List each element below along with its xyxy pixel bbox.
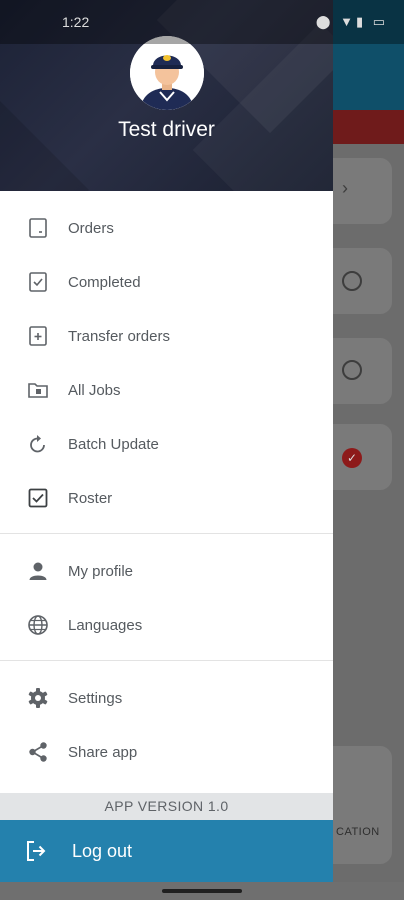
chevron-right-icon: › (342, 178, 348, 198)
driver-avatar-icon (130, 36, 204, 110)
menu-item-label: Batch Update (68, 435, 159, 453)
menu-item-batch-update[interactable]: Batch Update (0, 417, 333, 471)
radio-icon (342, 271, 362, 291)
person-icon (26, 559, 50, 583)
radio-icon (342, 360, 362, 380)
logout-icon (24, 839, 48, 863)
status-bar: 1:22 ⬤ ▼▮ ▭ (0, 0, 404, 44)
app-version: APP VERSION 1.0 (0, 793, 333, 820)
menu-item-label: Orders (68, 219, 114, 237)
all-jobs-icon (26, 378, 50, 402)
menu-item-label: Roster (68, 489, 113, 507)
menu-item-label: Settings (68, 689, 123, 707)
menu-item-my-profile[interactable]: My profile (0, 544, 333, 598)
menu-item-orders[interactable]: Orders (0, 201, 333, 255)
menu-item-settings[interactable]: Settings (0, 671, 333, 725)
menu-item-completed[interactable]: Completed (0, 255, 333, 309)
check-circle-icon: ✓ (342, 448, 362, 468)
status-icons: ⬤ ▼▮ ▭ (315, 14, 388, 29)
menu-item-label: Transfer orders (68, 327, 170, 345)
share-icon (26, 740, 50, 764)
driver-name: Test driver (118, 118, 215, 141)
menu-item-label: Completed (68, 273, 141, 291)
background-footer-text: CATION (336, 826, 380, 838)
gear-icon (26, 686, 50, 710)
gesture-nav-handle[interactable] (162, 889, 242, 893)
divider (0, 533, 333, 534)
menu-item-label: Share app (68, 743, 138, 761)
menu-item-languages[interactable]: Languages (0, 598, 333, 652)
logout-button[interactable]: Log out (0, 820, 333, 882)
menu-item-label: Languages (68, 616, 143, 634)
menu-item-roster[interactable]: Roster (0, 471, 333, 525)
menu-item-label: All Jobs (68, 381, 121, 399)
navigation-drawer: Test driver Orders Completed Transfer or… (0, 0, 333, 882)
transfer-orders-icon (26, 324, 50, 348)
menu-item-transfer-orders[interactable]: Transfer orders (0, 309, 333, 363)
divider (0, 660, 333, 661)
menu-item-label: My profile (68, 562, 134, 580)
batch-update-icon (26, 432, 50, 456)
menu-item-all-jobs[interactable]: All Jobs (0, 363, 333, 417)
menu-item-share-app[interactable]: Share app (0, 725, 333, 779)
completed-icon (26, 270, 50, 294)
status-time: 1:22 (62, 14, 90, 30)
orders-icon (26, 216, 50, 240)
logout-label: Log out (72, 841, 133, 861)
globe-icon (26, 613, 50, 637)
roster-icon (26, 486, 50, 510)
avatar[interactable] (130, 36, 204, 110)
